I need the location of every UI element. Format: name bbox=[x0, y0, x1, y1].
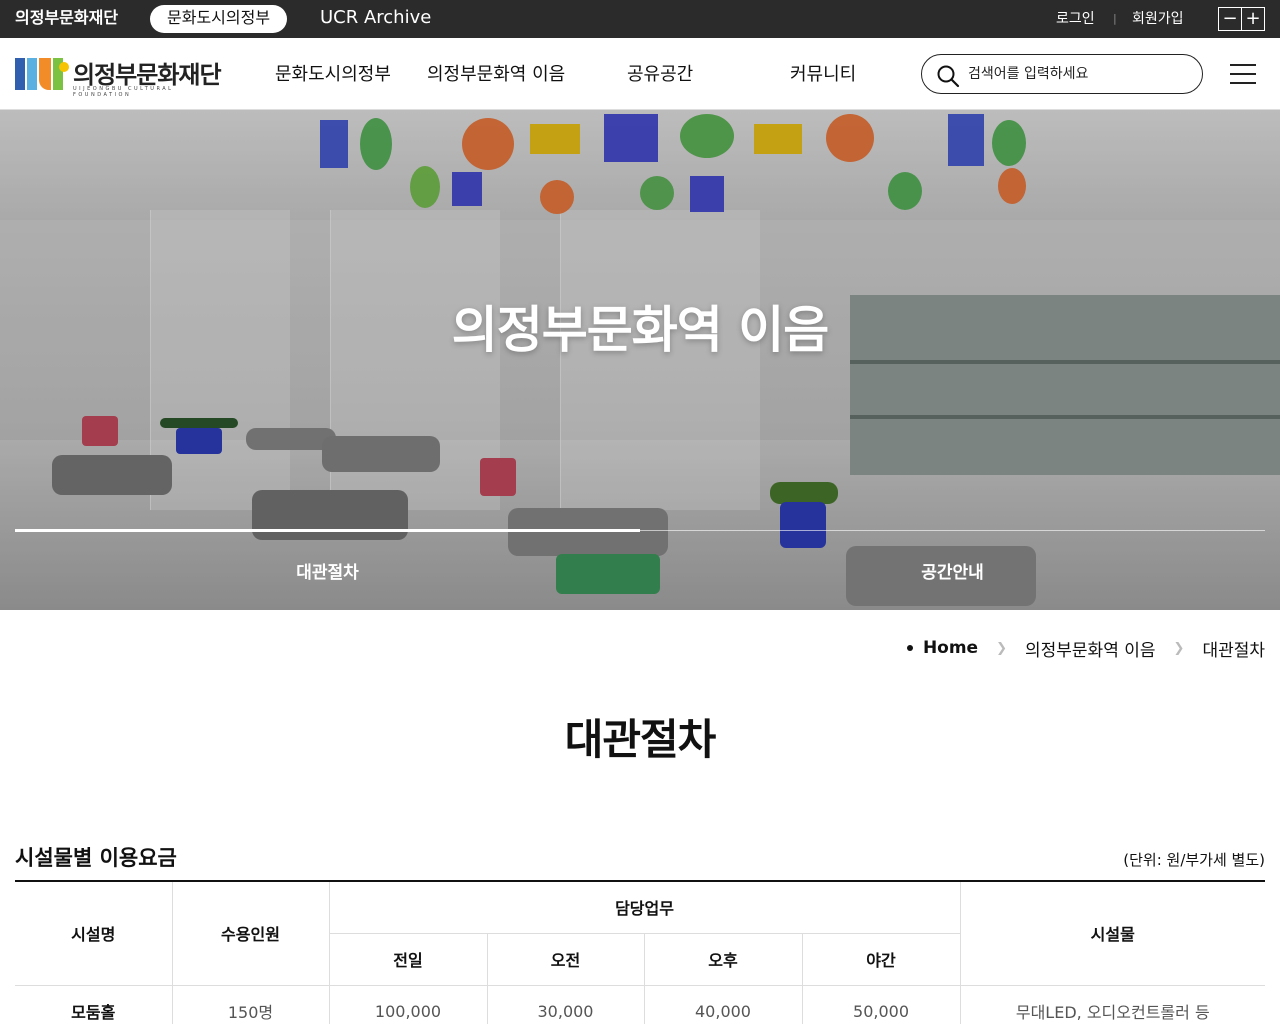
breadcrumb-current[interactable]: 대관절차 bbox=[1202, 636, 1265, 661]
nav-item-culture-city[interactable]: 문화도시의정부 bbox=[275, 38, 391, 110]
zoom-out-button[interactable]: − bbox=[1219, 8, 1241, 30]
table-row: 모둠홀 150명 100,000 30,000 40,000 50,000 무대… bbox=[15, 984, 1266, 1024]
top-utility-bar: 의정부문화재단 문화도시의정부 UCR Archive 로그인 | 회원가입 −… bbox=[0, 0, 1280, 38]
table-header-row: 시설명 수용인원 담당업무 시설물 bbox=[15, 880, 1266, 986]
breadcrumb-home[interactable]: Home bbox=[923, 638, 978, 658]
zoom-control: − + bbox=[1218, 7, 1265, 31]
site-link-foundation[interactable]: 의정부문화재단 bbox=[15, 0, 118, 38]
header-afternoon: 오후 bbox=[643, 932, 803, 986]
hero-title: 의정부문화역 이음 bbox=[451, 301, 829, 359]
breadcrumb: Home ❯ 의정부문화역 이음 ❯ 대관절차 bbox=[906, 636, 1265, 661]
cell-capacity: 150명 bbox=[171, 984, 330, 1024]
header-morning: 오전 bbox=[486, 932, 645, 986]
site-header: 의정부문화재단 UIJEONGBU CULTURAL FOUNDATION 문화… bbox=[0, 38, 1280, 110]
unit-note: (단위: 원/부가세 별도) bbox=[1123, 851, 1265, 869]
util-separator: | bbox=[1113, 12, 1117, 25]
tab-rental-procedure[interactable]: 대관절차 bbox=[15, 558, 640, 583]
logo-text: 의정부문화재단 bbox=[73, 61, 222, 89]
header-equipment: 시설물 bbox=[959, 880, 1266, 986]
section-title: 시설물별 이용요금 bbox=[15, 846, 177, 870]
logo-mark-icon bbox=[15, 58, 69, 90]
chevron-right-icon: ❯ bbox=[996, 640, 1007, 656]
cell-equipment: 무대LED, 오디오컨트롤러 등 bbox=[959, 984, 1266, 1024]
fee-table: 시설명 수용인원 담당업무 시설물 전일 오전 오후 야간 모둠홀 150명 1… bbox=[15, 880, 1266, 1024]
header-group: 담당업무 bbox=[328, 880, 961, 934]
hero-tabs: 대관절차 공간안내 bbox=[15, 529, 1265, 610]
breadcrumb-station-ieum[interactable]: 의정부문화역 이음 bbox=[1025, 636, 1156, 661]
cell-full-day: 100,000 bbox=[328, 984, 488, 1024]
search-icon[interactable] bbox=[936, 64, 960, 88]
site-link-culture-city[interactable]: 문화도시의정부 bbox=[150, 5, 288, 33]
cell-facility-name: 모둠홀 bbox=[15, 984, 173, 1024]
header-facility-name: 시설명 bbox=[15, 880, 173, 986]
page-title: 대관절차 bbox=[564, 715, 717, 764]
hero-banner: 의정부문화역 이음 대관절차 공간안내 bbox=[0, 110, 1280, 610]
active-tab-indicator bbox=[15, 529, 640, 532]
cell-morning: 30,000 bbox=[486, 984, 645, 1024]
nav-item-shared-space[interactable]: 공유공간 bbox=[627, 38, 693, 110]
search-input[interactable] bbox=[968, 59, 1188, 89]
site-logo[interactable]: 의정부문화재단 UIJEONGBU CULTURAL FOUNDATION bbox=[15, 56, 235, 98]
cell-afternoon: 40,000 bbox=[643, 984, 803, 1024]
cell-night: 50,000 bbox=[801, 984, 961, 1024]
join-link[interactable]: 회원가입 bbox=[1132, 0, 1184, 38]
nav-item-community[interactable]: 커뮤니티 bbox=[790, 38, 856, 110]
menu-icon[interactable] bbox=[1230, 64, 1256, 86]
chevron-right-icon: ❯ bbox=[1173, 640, 1185, 656]
tab-space-guide[interactable]: 공간안내 bbox=[640, 558, 1265, 583]
header-capacity: 수용인원 bbox=[171, 880, 330, 986]
header-full-day: 전일 bbox=[329, 932, 488, 986]
header-night: 야간 bbox=[801, 932, 961, 986]
nav-item-station-ieum[interactable]: 의정부문화역 이음 bbox=[427, 38, 565, 110]
logo-english-text: UIJEONGBU CULTURAL FOUNDATION bbox=[73, 86, 174, 98]
login-link[interactable]: 로그인 bbox=[1056, 0, 1095, 38]
site-link-ucr-archive[interactable]: UCR Archive bbox=[320, 0, 431, 38]
zoom-in-button[interactable]: + bbox=[1241, 8, 1264, 30]
home-bullet-icon bbox=[906, 645, 913, 651]
search-box bbox=[921, 54, 1203, 94]
